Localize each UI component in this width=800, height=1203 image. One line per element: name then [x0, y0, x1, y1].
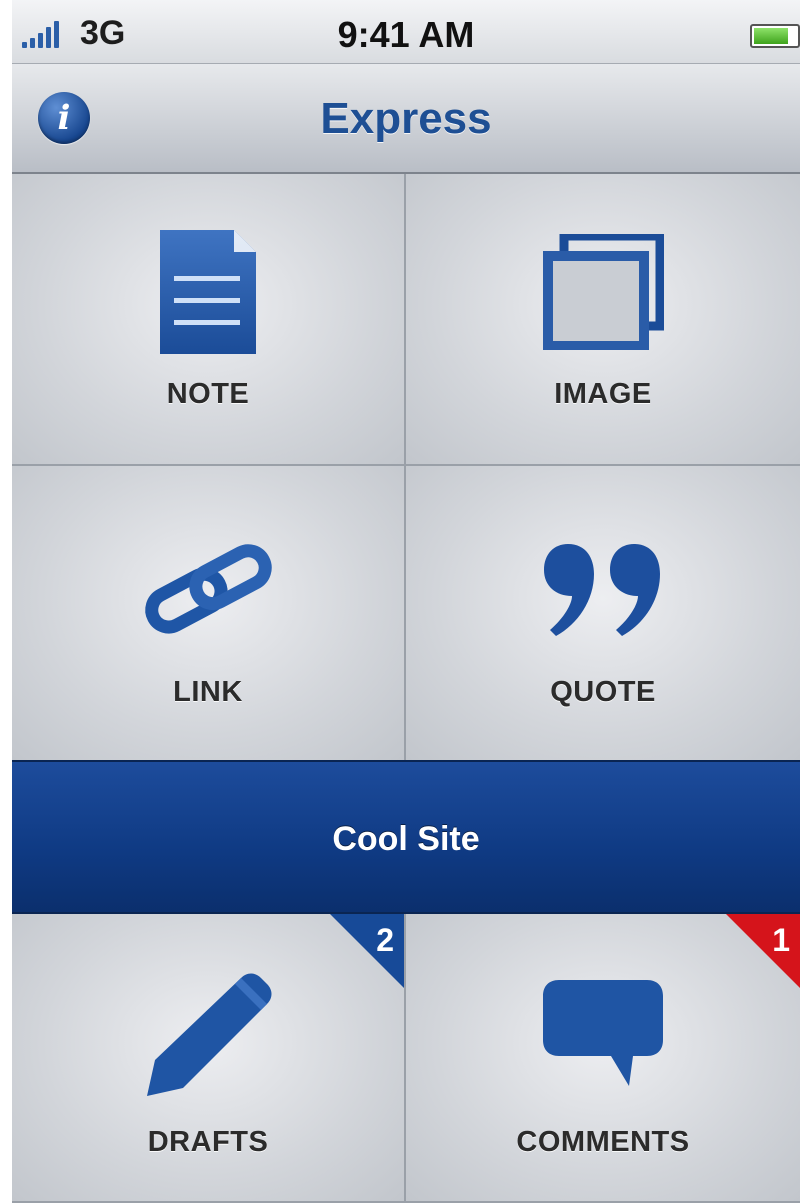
app-title: Express [320, 94, 492, 143]
status-time: 9:41 AM [337, 14, 475, 55]
pencil-icon [147, 973, 272, 1096]
site-name: Cool Site [332, 820, 480, 858]
phone-screen: 3G 9:41 AM i Express NOTE IMAGE LINK QUO… [12, 0, 800, 1203]
drafts-label: DRAFTS [147, 1126, 269, 1158]
note-icon [160, 230, 256, 354]
image-label: IMAGE [554, 378, 652, 410]
status-bar: 3G 9:41 AM [12, 0, 800, 64]
bottom-grid: 2 DRAFTS 1 COMMENTS [12, 914, 800, 1203]
link-label: LINK [173, 676, 243, 708]
quote-icon [544, 544, 660, 636]
battery-icon [750, 24, 800, 48]
site-selector-bar[interactable]: Cool Site [12, 760, 800, 914]
image-icon [543, 234, 664, 350]
quote-button[interactable]: QUOTE [406, 466, 800, 762]
link-button[interactable]: LINK [12, 466, 406, 762]
note-button[interactable]: NOTE [12, 174, 406, 466]
speech-bubble-icon [543, 980, 663, 1086]
link-icon [145, 544, 272, 634]
drafts-count: 2 [376, 922, 394, 958]
note-label: NOTE [166, 378, 250, 410]
drafts-button[interactable]: 2 DRAFTS [12, 914, 406, 1203]
drafts-count-badge: 2 [330, 914, 404, 988]
comments-button[interactable]: 1 COMMENTS [406, 914, 800, 1203]
comments-label: COMMENTS [516, 1126, 690, 1158]
comments-count: 1 [772, 922, 790, 958]
comments-count-badge: 1 [726, 914, 800, 988]
quote-label: QUOTE [550, 676, 656, 708]
image-button[interactable]: IMAGE [406, 174, 800, 466]
navigation-bar: i Express [12, 64, 800, 174]
